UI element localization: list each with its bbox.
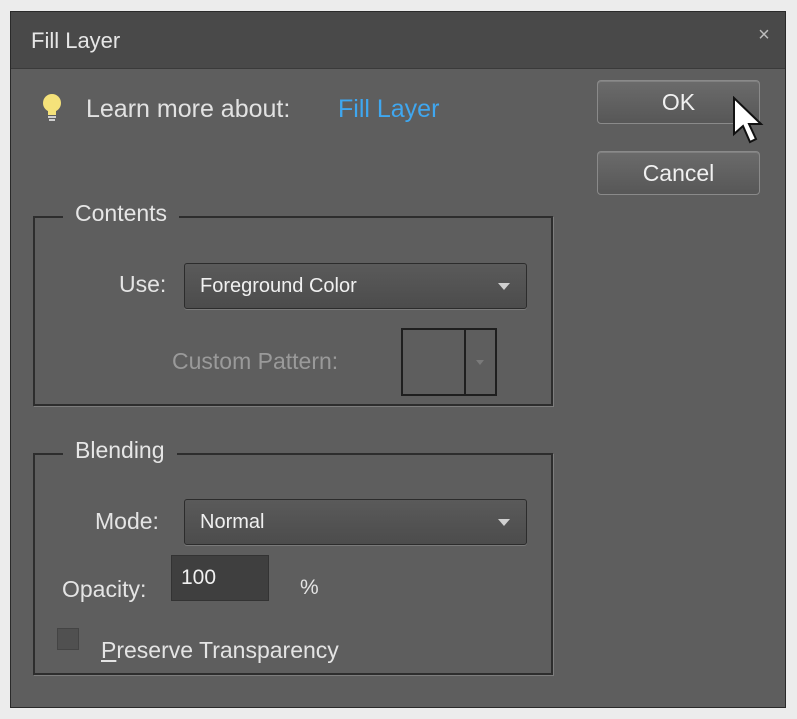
use-dropdown-value: Foreground Color — [200, 275, 357, 297]
preserve-transparency-checkbox[interactable] — [57, 628, 79, 650]
chevron-down-icon — [476, 360, 484, 365]
learn-more-link[interactable]: Fill Layer — [338, 95, 439, 124]
close-icon[interactable]: × — [753, 24, 775, 46]
title-bar[interactable]: Fill Layer × — [11, 12, 785, 69]
opacity-input[interactable]: 100 — [171, 555, 269, 601]
chevron-down-icon — [498, 283, 510, 290]
use-label: Use: — [119, 271, 167, 297]
chevron-down-icon — [498, 519, 510, 526]
preserve-transparency-label-rest: reserve Transparency — [116, 637, 339, 663]
pattern-picker-divider — [464, 330, 466, 394]
opacity-unit: % — [300, 576, 319, 599]
preserve-transparency-mnemonic: P — [101, 637, 117, 663]
custom-pattern-picker — [401, 328, 497, 396]
preserve-transparency-label[interactable]: Preserve Transparency — [101, 637, 339, 664]
mode-dropdown[interactable]: Normal — [184, 499, 527, 545]
custom-pattern-label: Custom Pattern: — [172, 348, 339, 374]
blending-legend: Blending — [63, 437, 177, 464]
mouse-cursor-icon — [733, 96, 764, 144]
opacity-label: Opacity: — [62, 576, 147, 602]
contents-legend: Contents — [63, 200, 180, 227]
use-dropdown[interactable]: Foreground Color — [184, 263, 527, 309]
cancel-button[interactable]: Cancel — [597, 151, 760, 195]
dialog-title: Fill Layer — [31, 28, 121, 53]
lightbulb-icon — [43, 94, 61, 121]
mode-label: Mode: — [95, 508, 159, 534]
learn-more-label: Learn more about: — [86, 95, 291, 123]
mode-dropdown-value: Normal — [200, 511, 265, 533]
